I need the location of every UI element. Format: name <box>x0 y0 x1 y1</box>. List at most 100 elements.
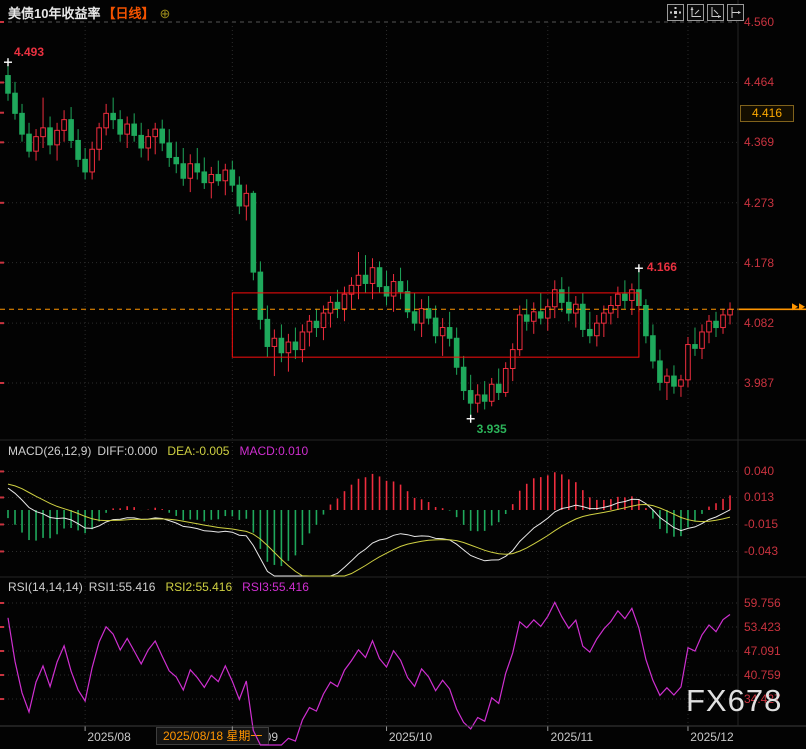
candle-body <box>41 128 46 137</box>
candle-body <box>574 304 579 313</box>
candle-body <box>279 338 284 352</box>
candle-body <box>679 380 684 386</box>
candle-body <box>658 361 663 382</box>
pan-icon[interactable] <box>667 4 684 21</box>
candle-body <box>181 164 186 178</box>
candle-body <box>202 172 207 183</box>
title-bar: 美债10年收益率【日线】⊕ <box>8 3 170 22</box>
rsi-axis-label: 53.423 <box>744 620 781 634</box>
candle-body <box>496 384 501 392</box>
candle-body <box>209 174 214 182</box>
candle-body <box>237 185 242 206</box>
macd-panel-header: MACD(26,12,9)DIFF:0.000DEA:-0.005MACD:0.… <box>8 444 308 458</box>
candle-body <box>672 376 677 386</box>
candle-body <box>111 113 116 119</box>
time-axis-label: 2025/11 <box>537 730 607 744</box>
candle-body <box>132 124 137 135</box>
candle-body <box>307 321 312 332</box>
candle-body <box>475 395 480 403</box>
macd-axis-label: 0.040 <box>744 464 774 478</box>
candle-body <box>468 391 473 404</box>
price-axis-label: 4.369 <box>744 135 774 149</box>
candle-body <box>609 306 614 314</box>
candle-body <box>707 321 712 332</box>
candle-body <box>293 342 298 350</box>
chart-canvas: 4.4934.1663.935 <box>0 0 806 749</box>
candle-body <box>440 328 445 336</box>
candle-body <box>391 282 396 296</box>
candle-body <box>637 290 642 306</box>
candle-body <box>272 338 277 346</box>
scale-x-icon[interactable] <box>707 4 724 21</box>
candle-body <box>195 164 200 172</box>
candle-body <box>300 332 305 350</box>
price-axis-label: 3.987 <box>744 376 774 390</box>
candle-body <box>97 128 102 149</box>
period-tag: 【日线】 <box>102 6 154 21</box>
add-indicator-icon[interactable]: ⊕ <box>159 6 170 21</box>
rsi1-value: RSI1:55.416 <box>89 580 156 594</box>
candle-body <box>616 294 621 305</box>
candle-body <box>517 315 522 350</box>
macd-axis-label: -0.043 <box>744 544 778 558</box>
macd-axis-label: -0.015 <box>744 517 778 531</box>
candle-body <box>630 290 635 301</box>
candle-body <box>321 313 326 327</box>
candle-body <box>581 304 586 329</box>
candle-body <box>258 272 263 319</box>
rsi-axis-label: 47.091 <box>744 644 781 658</box>
candle-body <box>377 268 382 287</box>
candle-body <box>160 129 165 143</box>
candle-body <box>370 268 375 284</box>
price-axis-label: 4.464 <box>744 75 774 89</box>
candle-body <box>700 332 705 348</box>
time-axis-label: 2025/10 <box>376 730 446 744</box>
candle-body <box>728 309 733 315</box>
rsi-axis-label: 59.756 <box>744 596 781 610</box>
time-axis-label: 2025/08 <box>74 730 144 744</box>
candle-body <box>447 328 452 339</box>
candle-body <box>482 395 487 401</box>
candle-body <box>419 309 424 323</box>
candle-body <box>55 130 60 144</box>
macd-axis-label: 0.013 <box>744 490 774 504</box>
price-axis-label: 4.082 <box>744 316 774 330</box>
candle-body <box>342 294 347 308</box>
price-axis-label: 4.560 <box>744 15 774 29</box>
time-axis-label: 2025/12 <box>677 730 747 744</box>
candle-body <box>90 149 95 172</box>
candle-body <box>538 312 543 318</box>
candle-body <box>602 313 607 323</box>
candle-body <box>83 159 88 172</box>
candle-body <box>167 143 172 157</box>
watermark: FX678 <box>686 683 782 719</box>
candle-body <box>559 290 564 303</box>
candle-body <box>265 319 270 346</box>
candle-body <box>125 124 130 134</box>
candle-body <box>69 120 74 141</box>
candle-body <box>146 137 151 148</box>
macd-macd-value: MACD:0.010 <box>239 444 308 458</box>
candle-body <box>405 292 410 312</box>
price-arrow-icon <box>799 303 805 310</box>
candle-body <box>721 315 726 328</box>
shift-right-icon[interactable] <box>727 4 744 21</box>
candle-body <box>34 137 39 151</box>
candle-body <box>651 336 656 361</box>
price-axis-label: 4.273 <box>744 196 774 210</box>
rsi3-value: RSI3:55.416 <box>242 580 309 594</box>
price-alert-label[interactable]: 4.416 <box>740 105 794 122</box>
candle-body <box>153 129 158 137</box>
candle-body <box>328 302 333 313</box>
price-annotation: 4.493 <box>14 45 44 59</box>
candle-body <box>567 302 572 313</box>
candle-body <box>20 113 25 134</box>
candle-body <box>6 76 11 94</box>
candle-body <box>76 140 81 159</box>
scale-y-icon[interactable] <box>687 4 704 21</box>
candle-body <box>251 193 256 272</box>
candle-body <box>426 309 431 318</box>
chart-toolbar <box>667 4 744 21</box>
candle-body <box>489 384 494 401</box>
rsi-line <box>8 602 730 745</box>
